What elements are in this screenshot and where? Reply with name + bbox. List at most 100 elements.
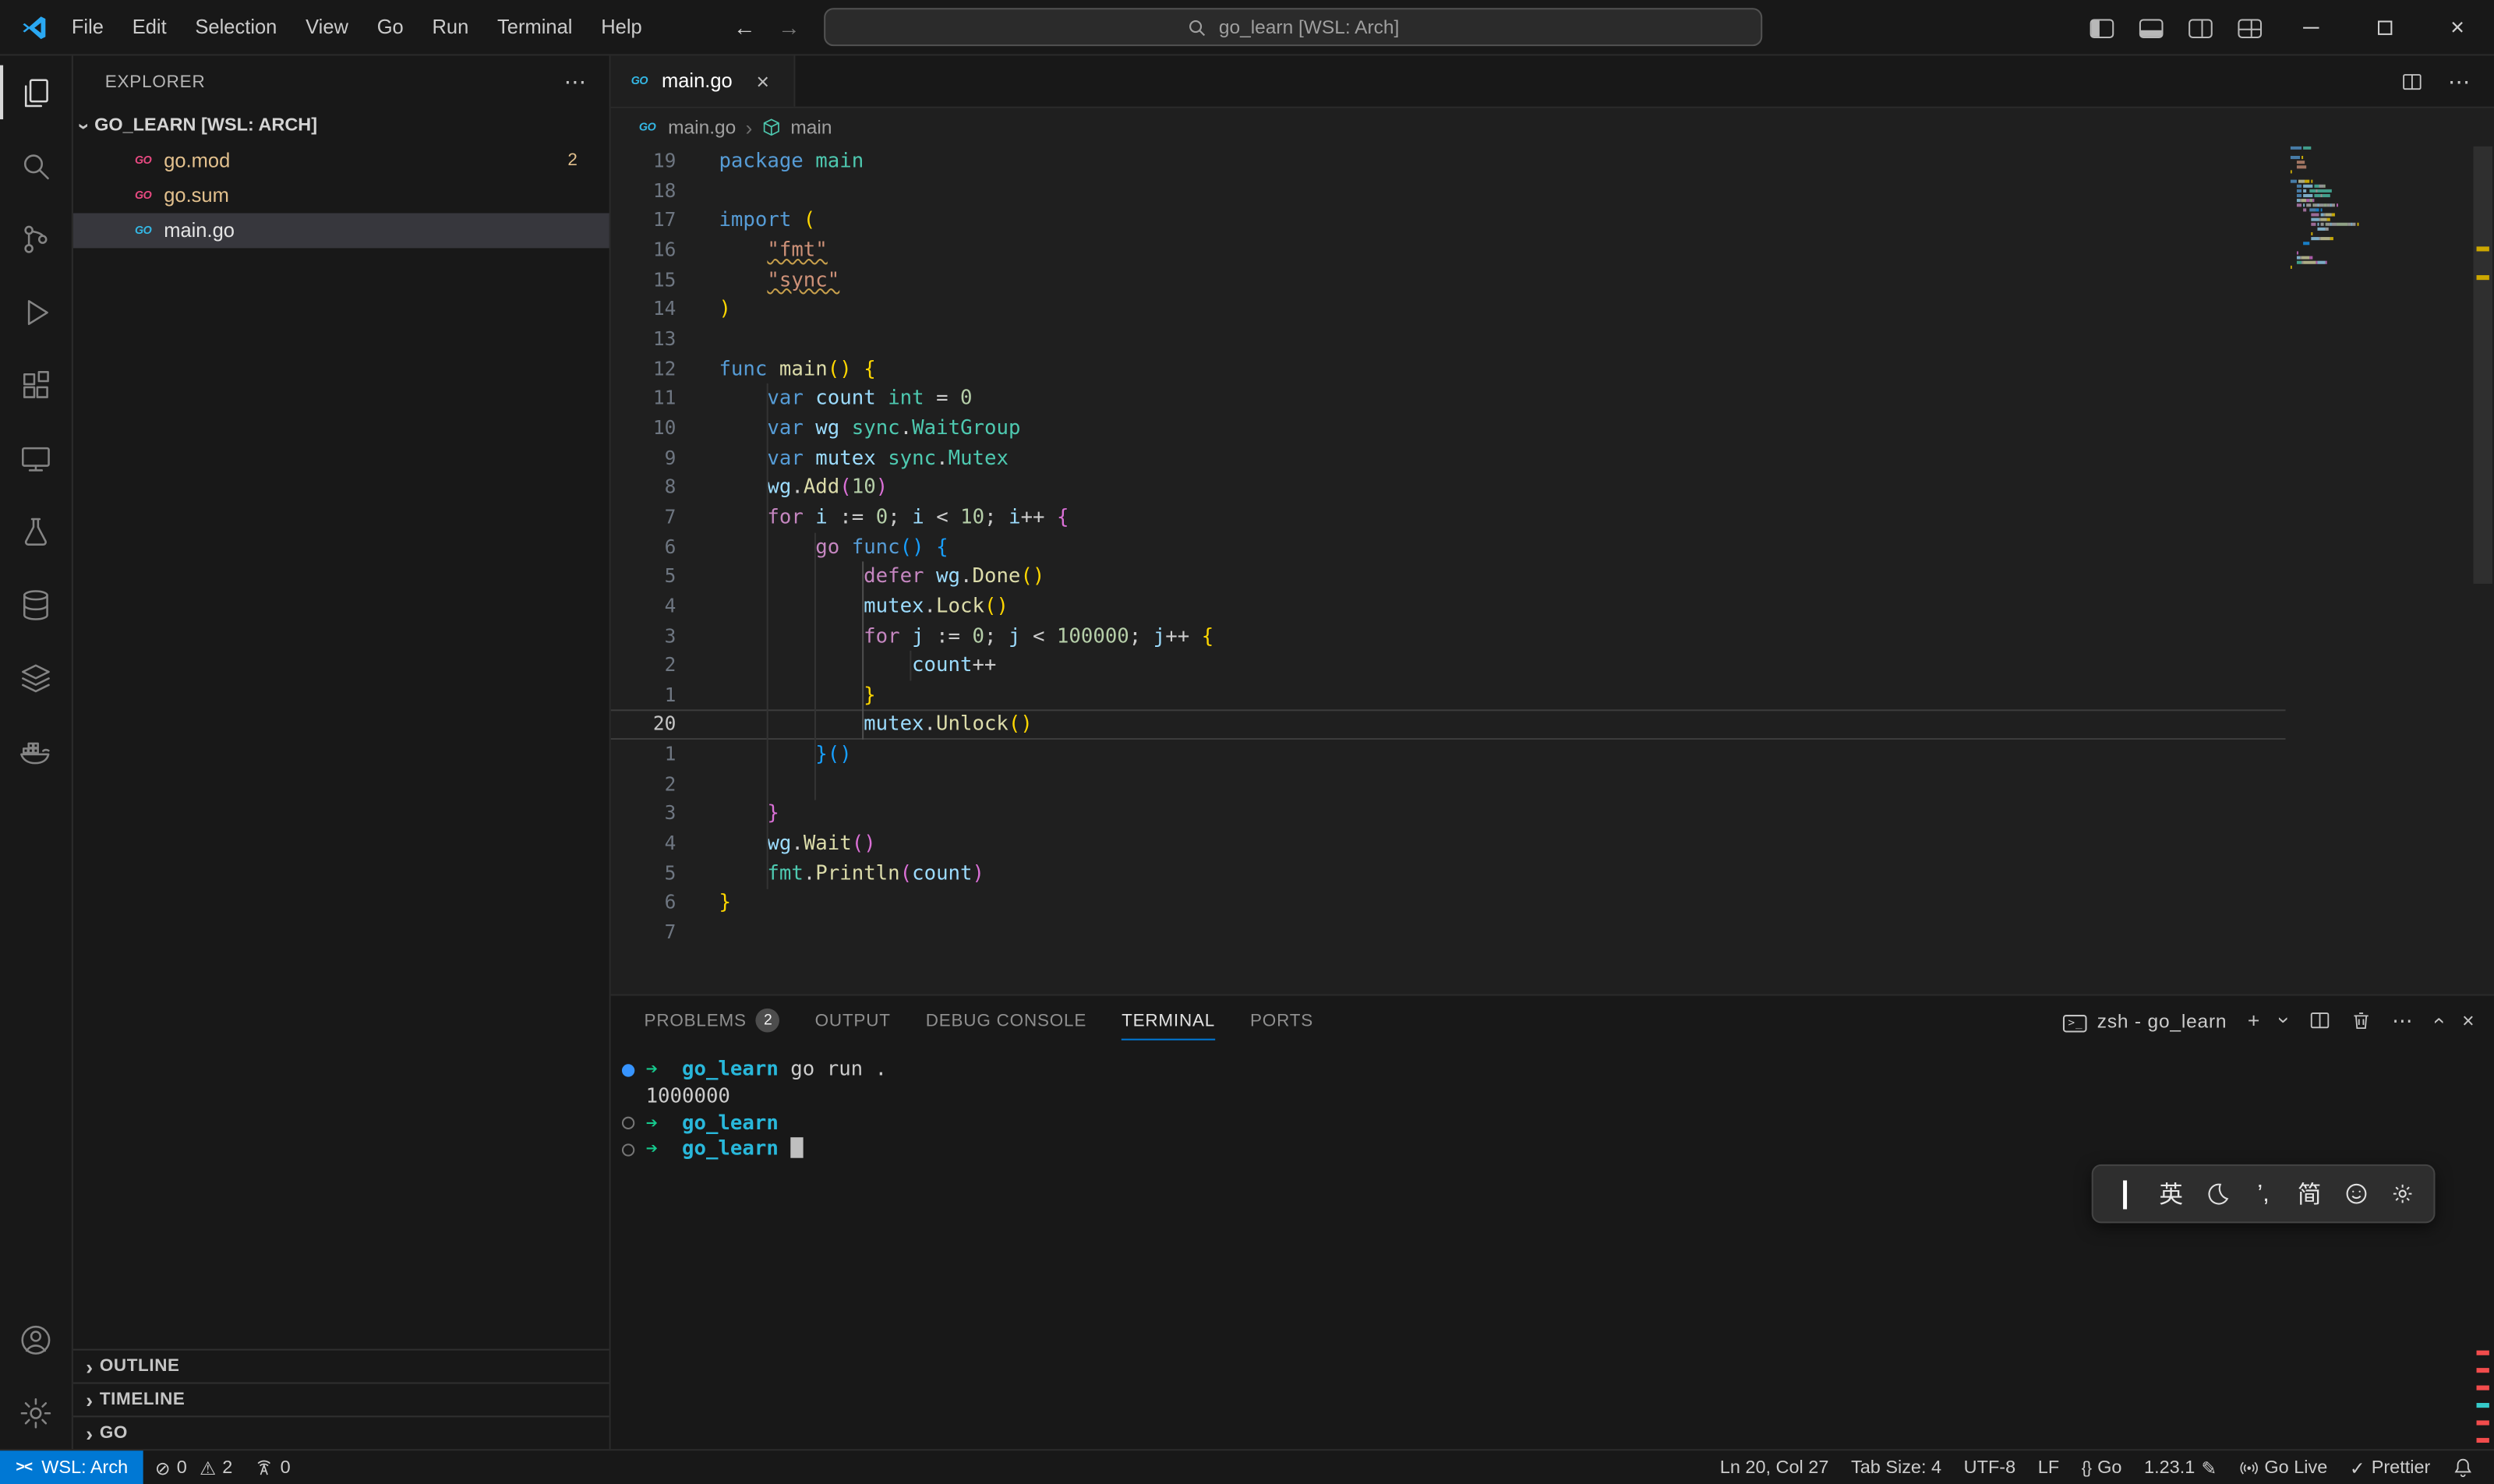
activity-remote-explorer[interactable] [0,422,72,495]
line-number[interactable]: 1 [611,740,676,769]
kill-terminal-icon[interactable] [2351,1010,2372,1031]
remote-indicator[interactable]: >< WSL: Arch [0,1450,144,1484]
menu-go[interactable]: Go [362,0,418,55]
line-number[interactable]: 13 [611,324,676,354]
line-number[interactable]: 6 [611,889,676,918]
code-line[interactable]: 17import ( [611,206,2286,235]
terminal-more-actions-icon[interactable]: ⋯ [2392,1008,2413,1034]
status-go[interactable]: {}Go [2070,1450,2132,1484]
terminal[interactable]: ➔ go_learn go run .1000000➔ go_learn➔ go… [611,1045,2472,1449]
file-row-go-mod[interactable]: GOgo.mod2 [73,143,609,178]
terminal-profile-dropdown-icon[interactable]: › [2281,1009,2289,1033]
line-number[interactable]: 5 [611,859,676,889]
customize-layout-icon[interactable] [2238,18,2262,37]
toggle-panel-icon[interactable] [2139,18,2164,37]
split-editor-icon[interactable] [2402,71,2423,92]
editor-scrollbar[interactable] [2473,147,2492,584]
line-number[interactable]: 3 [611,799,676,829]
line-number[interactable]: 2 [611,769,676,799]
activity-accounts[interactable] [0,1302,72,1376]
line-number[interactable]: 1 [611,680,676,710]
ime-emoji-icon[interactable] [2341,1182,2370,1206]
editor-more-icon[interactable]: ⋯ [2448,68,2471,95]
activity-layers[interactable] [0,641,72,714]
section-outline[interactable]: ›OUTLINE [73,1349,609,1383]
status-ln-20-col-27[interactable]: Ln 20, Col 27 [1708,1450,1839,1484]
code-line[interactable]: 15 "sync" [611,265,2286,295]
minimize-button[interactable] [2274,0,2347,55]
toggle-secondary-sidebar-icon[interactable] [2188,18,2213,37]
tab-close-icon[interactable]: × [756,69,769,94]
breadcrumb-file[interactable]: main.go [668,116,736,139]
line-number[interactable]: 15 [611,265,676,295]
line-number[interactable]: 17 [611,206,676,235]
activity-database[interactable] [0,568,72,641]
menu-run[interactable]: Run [418,0,483,55]
file-row-go-sum[interactable]: GOgo.sum [73,178,609,214]
line-number[interactable]: 4 [611,829,676,858]
code-line[interactable]: 11 var count int = 0 [611,383,2286,413]
ports-status[interactable]: 0 [244,1450,302,1484]
code-line[interactable]: 16 "fmt" [611,235,2286,265]
line-number[interactable]: 18 [611,176,676,206]
code-line[interactable]: 13 [611,324,2286,354]
menu-selection[interactable]: Selection [181,0,291,55]
code-line[interactable]: 6 go func() { [611,532,2286,562]
ime-settings-icon[interactable] [2387,1182,2416,1206]
section-timeline[interactable]: ›TIMELINE [73,1382,609,1415]
panel-tab-output[interactable]: OUTPUT [815,996,891,1045]
line-number[interactable]: 16 [611,235,676,265]
close-panel-icon[interactable]: × [2462,1009,2475,1033]
activity-explorer[interactable] [0,55,72,129]
menu-edit[interactable]: Edit [118,0,181,55]
activity-run-debug[interactable] [0,275,72,348]
line-number[interactable]: 20 [611,710,676,740]
code-line[interactable]: 6} [611,889,2286,918]
status-utf-8[interactable]: UTF-8 [1952,1450,2026,1484]
line-number[interactable]: 10 [611,413,676,443]
status-1-23-1[interactable]: 1.23.1✎ [2133,1450,2228,1484]
panel-tab-debug-console[interactable]: DEBUG CONSOLE [926,996,1086,1045]
ime-language-english[interactable]: 英 [2157,1177,2185,1210]
status-lf[interactable]: LF [2026,1450,2070,1484]
code-line[interactable]: 4 wg.Wait() [611,829,2286,858]
line-number[interactable]: 8 [611,473,676,503]
command-center-search[interactable]: go_learn [WSL: Arch] [824,8,1762,46]
line-number[interactable]: 19 [611,147,676,176]
code-line[interactable]: 12func main() { [611,354,2286,383]
status-prettier[interactable]: ✓Prettier [2339,1450,2442,1484]
notifications-bell-icon[interactable] [2442,1450,2485,1484]
menu-file[interactable]: File [57,0,118,55]
code-line[interactable]: 3 } [611,799,2286,829]
code-line[interactable]: 18 [611,176,2286,206]
menu-view[interactable]: View [291,0,363,55]
menu-help[interactable]: Help [587,0,656,55]
activity-extensions[interactable] [0,348,72,422]
activity-docker[interactable] [0,714,72,787]
tab-main-go[interactable]: GO main.go × [611,55,796,106]
problems-status[interactable]: ⊘ 0 ⚠ 2 [144,1450,244,1484]
code-line[interactable]: 10 var wg sync.WaitGroup [611,413,2286,443]
line-number[interactable]: 3 [611,621,676,651]
code-line[interactable]: 8 wg.Add(10) [611,473,2286,503]
ime-half-moon-icon[interactable] [2203,1182,2232,1206]
code-line[interactable]: 19package main [611,147,2286,176]
activity-search[interactable] [0,129,72,202]
code-line[interactable]: 7 [611,918,2286,948]
menu-terminal[interactable]: Terminal [483,0,587,55]
explorer-more-icon[interactable]: ⋯ [564,69,587,96]
line-number[interactable]: 4 [611,592,676,621]
activity-settings[interactable] [0,1376,72,1449]
ime-caret[interactable]: | [2111,1176,2139,1211]
code-line[interactable]: 14) [611,295,2286,324]
minimap[interactable] [2291,147,2408,275]
line-number[interactable]: 7 [611,503,676,532]
ime-punctuation[interactable]: ’, [2249,1180,2278,1207]
terminal-shell-selector[interactable]: >_zsh - go_learn [2063,1009,2227,1033]
line-number[interactable]: 6 [611,532,676,562]
maximize-button[interactable] [2347,0,2421,55]
panel-tab-terminal[interactable]: TERMINAL [1122,996,1215,1045]
toggle-primary-sidebar-icon[interactable] [2090,18,2114,37]
panel-tab-problems[interactable]: PROBLEMS2 [645,996,780,1045]
code-line[interactable]: 2 [611,769,2286,799]
